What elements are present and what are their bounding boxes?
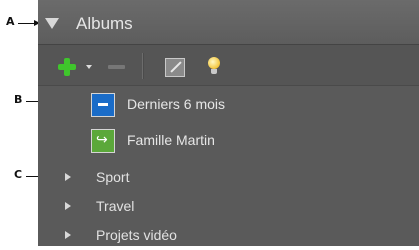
album-label: Famille Martin bbox=[127, 132, 215, 148]
group-row-sport[interactable]: Sport bbox=[38, 164, 419, 192]
dropdown-arrow-icon[interactable] bbox=[86, 65, 92, 69]
expand-triangle-icon[interactable] bbox=[65, 231, 71, 239]
callout-label-c: C bbox=[14, 168, 23, 181]
albums-panel: Albums Derniers 6 mois Famille Martin Sp… bbox=[38, 0, 419, 246]
group-label: Projets vidéo bbox=[96, 227, 177, 243]
album-label: Derniers 6 mois bbox=[127, 96, 226, 112]
minus-icon[interactable] bbox=[108, 65, 125, 69]
album-row-famille-martin[interactable]: Famille Martin bbox=[38, 124, 419, 158]
albums-toolbar bbox=[38, 45, 419, 86]
panel-title: Albums bbox=[76, 14, 133, 33]
lightbulb-icon[interactable] bbox=[208, 57, 220, 74]
panel-header[interactable]: Albums bbox=[38, 0, 419, 45]
group-label: Sport bbox=[96, 169, 130, 185]
triangle-down-icon[interactable] bbox=[45, 18, 59, 29]
album-row-derniers-6-mois[interactable]: Derniers 6 mois bbox=[38, 88, 419, 122]
smart-album-icon bbox=[91, 93, 115, 117]
edit-icon[interactable] bbox=[165, 58, 185, 77]
group-row-travel[interactable]: Travel bbox=[38, 193, 419, 221]
callout-line-a bbox=[18, 20, 40, 26]
callout-label-a: A bbox=[6, 15, 15, 28]
expand-triangle-icon[interactable] bbox=[65, 173, 71, 181]
expand-triangle-icon[interactable] bbox=[65, 202, 71, 210]
plus-icon[interactable] bbox=[58, 58, 76, 76]
callout-label-b: B bbox=[14, 93, 23, 106]
toolbar-separator bbox=[142, 53, 143, 79]
shared-album-icon bbox=[91, 129, 115, 153]
group-label: Travel bbox=[96, 198, 135, 214]
